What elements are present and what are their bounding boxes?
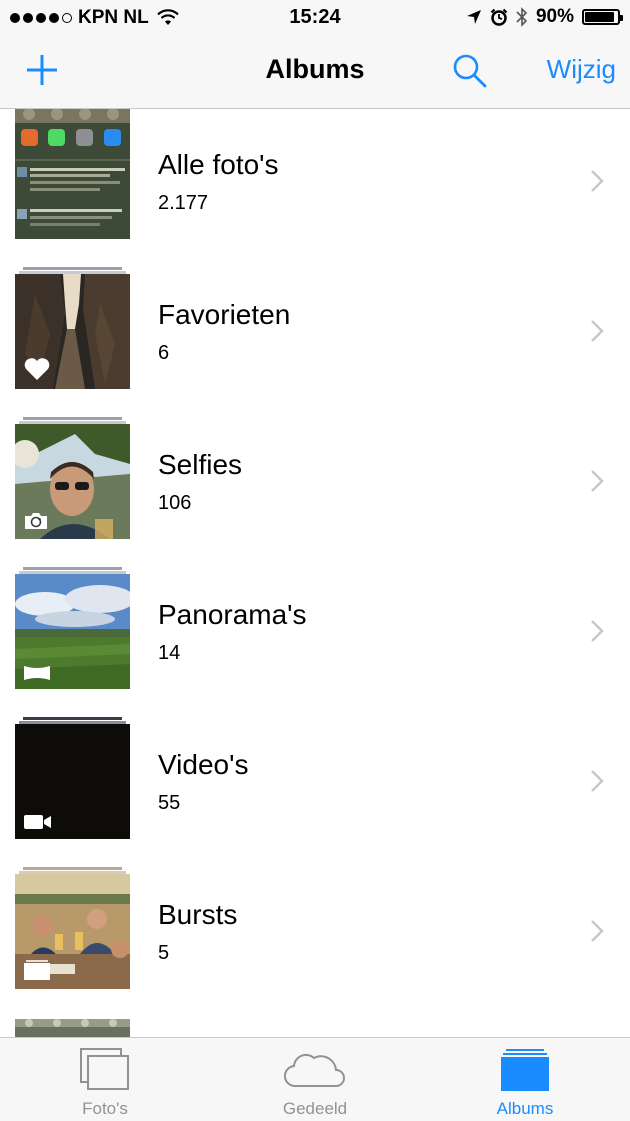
status-right: 90%	[466, 6, 623, 28]
album-row-all-photos[interactable]: Alle foto's 2.177	[0, 109, 630, 259]
selfie-camera-icon	[25, 513, 47, 529]
album-count: 106	[158, 492, 192, 514]
album-thumbnail	[15, 1009, 130, 1037]
chevron-right-icon	[591, 770, 604, 792]
cloud-icon	[284, 1053, 345, 1088]
tab-label: Albums	[496, 1099, 554, 1118]
tab-label: Foto's	[82, 1099, 128, 1118]
panorama-icon	[24, 666, 50, 680]
page-title: Albums	[265, 54, 365, 84]
chevron-right-icon	[591, 470, 604, 492]
status-bar: KPN NL 15:24 90%	[0, 0, 630, 36]
battery-percentage: 90%	[535, 6, 574, 27]
tab-shared[interactable]: Gedeeld	[210, 1038, 420, 1121]
album-row-videos[interactable]: Video's 55	[0, 709, 630, 859]
album-thumbnail	[15, 559, 130, 689]
photos-icon	[80, 1048, 129, 1090]
album-count: 55	[158, 792, 181, 814]
album-thumbnail	[15, 259, 130, 389]
album-count: 2.177	[158, 192, 209, 214]
album-row-bursts[interactable]: Bursts 5	[0, 859, 630, 1009]
album-name: Video's	[158, 749, 249, 780]
edit-button[interactable]: Wijzig	[547, 54, 616, 85]
location-arrow-icon	[466, 10, 481, 24]
search-button[interactable]	[452, 53, 488, 89]
chevron-right-icon	[591, 170, 604, 192]
tab-label: Gedeeld	[282, 1099, 348, 1118]
albums-icon	[501, 1049, 549, 1091]
album-row-selfies[interactable]: Selfies 106	[0, 409, 630, 559]
album-thumbnail	[15, 409, 130, 539]
album-count: 14	[158, 642, 181, 664]
album-row-partial[interactable]	[0, 1009, 630, 1037]
battery-fill	[585, 12, 614, 22]
album-name: Selfies	[158, 449, 243, 480]
burst-icon	[24, 960, 50, 980]
album-name: Bursts	[158, 899, 238, 930]
album-thumbnail	[15, 859, 130, 989]
album-name: Favorieten	[158, 299, 291, 330]
album-name: Panorama's	[158, 599, 307, 630]
album-list: Alle foto's 2.177 Favorieten 6 Selfies 1…	[0, 109, 630, 1037]
album-count: 6	[158, 342, 170, 364]
battery-icon	[582, 9, 623, 25]
album-count: 5	[158, 942, 170, 964]
album-thumbnail	[15, 709, 130, 839]
tab-bar: Foto's Gedeeld Albums	[0, 1037, 630, 1121]
heart-icon	[24, 358, 50, 380]
video-camera-icon	[24, 815, 51, 829]
album-row-favorites[interactable]: Favorieten 6	[0, 259, 630, 409]
album-thumbnail	[15, 109, 130, 239]
chevron-right-icon	[591, 920, 604, 942]
chevron-right-icon	[591, 620, 604, 642]
chevron-right-icon	[591, 320, 604, 342]
album-name: Alle foto's	[158, 149, 279, 180]
add-album-button[interactable]	[24, 52, 60, 88]
album-row-panoramas[interactable]: Panorama's 14	[0, 559, 630, 709]
tab-photos[interactable]: Foto's	[0, 1038, 210, 1121]
alarm-icon	[490, 8, 508, 26]
navigation-bar: Albums Wijzig	[0, 36, 630, 109]
tab-albums[interactable]: Albums	[420, 1038, 630, 1121]
bluetooth-icon	[516, 7, 528, 27]
